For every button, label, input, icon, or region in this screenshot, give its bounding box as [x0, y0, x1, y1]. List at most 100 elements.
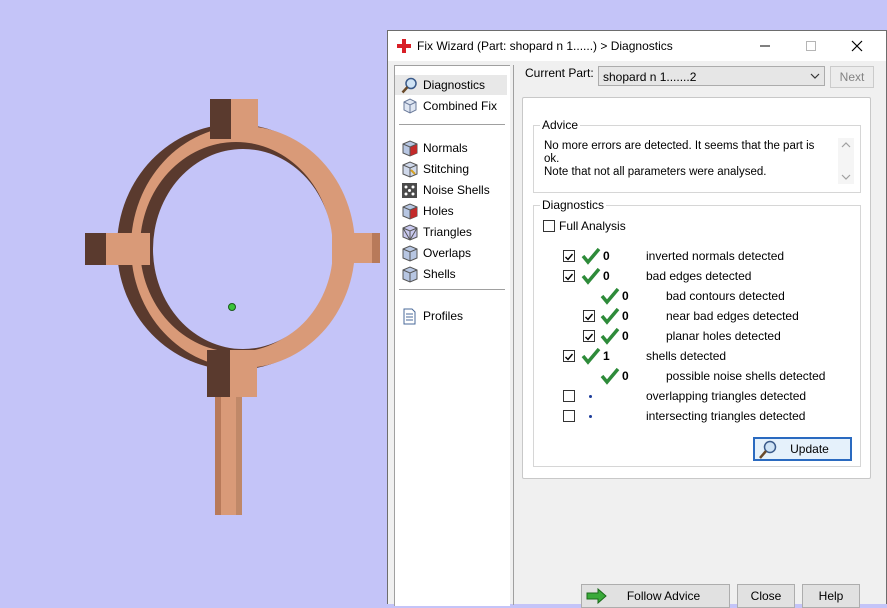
checkmark-icon: [565, 353, 574, 361]
nav-item-label: Holes: [423, 204, 454, 218]
chevron-down-icon: [810, 73, 820, 79]
green-check-icon: [581, 267, 601, 285]
checkmark-icon: [585, 333, 594, 341]
3d-viewport[interactable]: [0, 0, 390, 604]
green-check-icon: [600, 367, 620, 385]
green-check-icon: [581, 347, 601, 365]
minimize-icon: [760, 45, 770, 47]
close-icon: [851, 40, 863, 52]
maximize-button[interactable]: [788, 31, 834, 61]
intersecting-triangles-checkbox[interactable]: [563, 410, 575, 422]
pending-dot-icon: [589, 395, 592, 398]
shells-count: 1: [603, 349, 610, 363]
nav-item-noise-shells[interactable]: Noise Shells: [395, 180, 507, 200]
nav-item-label: Stitching: [423, 162, 470, 176]
pivot-marker-icon: [228, 303, 236, 311]
inverted-normals-label: inverted normals detected: [646, 249, 785, 263]
current-part-label: Current Part:: [525, 66, 594, 80]
nav-item-label: Diagnostics: [423, 78, 486, 92]
diagnostics-group: Diagnostics Full Analysis 0 inverted nor…: [533, 198, 861, 467]
combined-fix-icon: [403, 97, 417, 114]
nav-item-normals[interactable]: Normals: [395, 138, 507, 158]
noise-shells-icon: [402, 182, 417, 198]
near-bad-edges-label: near bad edges detected: [666, 309, 799, 323]
update-label: Update: [790, 442, 829, 456]
near-bad-edges-checkbox[interactable]: [583, 310, 595, 322]
arrow-right-icon: [586, 588, 607, 604]
green-check-icon: [600, 287, 620, 305]
stitching-cube-icon: [402, 160, 418, 178]
nav-item-diagnostics[interactable]: Diagnostics: [395, 75, 507, 95]
green-check-icon: [600, 327, 620, 345]
profiles-document-icon: [403, 308, 416, 324]
nav-item-label: Normals: [423, 141, 468, 155]
pending-dot-icon: [589, 415, 592, 418]
splitter[interactable]: [513, 65, 514, 605]
nav-item-label: Noise Shells: [423, 183, 490, 197]
nav-item-profiles[interactable]: Profiles: [395, 306, 507, 326]
current-part-value: shopard n 1.......2: [603, 70, 697, 84]
current-part-select[interactable]: shopard n 1.......2: [598, 66, 825, 86]
diagnostics-panel: Advice No more errors are detected. It s…: [522, 97, 871, 479]
triangles-cube-icon: [402, 223, 418, 241]
next-button[interactable]: Next: [830, 66, 874, 88]
advice-group: Advice No more errors are detected. It s…: [533, 118, 861, 193]
planar-holes-checkbox[interactable]: [583, 330, 595, 342]
maximize-icon: [806, 41, 816, 51]
magnifier-icon: [759, 440, 777, 459]
diagnostics-title: Diagnostics: [540, 198, 607, 212]
nav-item-label: Combined Fix: [423, 99, 498, 113]
window-title: Fix Wizard (Part: shopard n 1......) > D…: [417, 39, 673, 53]
nav-divider: [399, 289, 505, 290]
bad-edges-count: 0: [603, 269, 610, 283]
help-button[interactable]: Help: [802, 584, 860, 608]
inverted-normals-count: 0: [603, 249, 610, 263]
nav-item-label: Triangles: [423, 225, 472, 239]
minimize-button[interactable]: [742, 31, 788, 61]
shells-checkbox[interactable]: [563, 350, 575, 362]
follow-advice-label: Follow Advice: [626, 589, 701, 603]
checkmark-icon: [565, 253, 574, 261]
noise-shells-count: 0: [622, 369, 629, 383]
intersecting-triangles-label: intersecting triangles detected: [646, 409, 806, 423]
title-bar[interactable]: Fix Wizard (Part: shopard n 1......) > D…: [388, 31, 886, 61]
advice-line: No more errors are detected. It seems th…: [544, 140, 815, 165]
wizard-nav: Diagnostics Combined Fix Normals Stitchi…: [394, 65, 510, 606]
shells-label: shells detected: [646, 349, 727, 363]
green-check-icon: [600, 307, 620, 325]
nav-item-overlaps[interactable]: Overlaps: [395, 243, 507, 263]
part-model[interactable]: [0, 0, 390, 604]
bad-edges-checkbox[interactable]: [563, 270, 575, 282]
planar-holes-count: 0: [622, 329, 629, 343]
normals-cube-icon: [402, 139, 418, 157]
nav-item-holes[interactable]: Holes: [395, 201, 507, 221]
near-bad-edges-count: 0: [622, 309, 629, 323]
full-analysis-label: Full Analysis: [559, 219, 626, 233]
nav-item-label: Profiles: [423, 309, 464, 323]
nav-item-label: Shells: [423, 267, 456, 281]
update-button[interactable]: Update: [753, 437, 852, 461]
shells-cube-icon: [402, 265, 418, 283]
full-analysis-checkbox[interactable]: [543, 220, 555, 232]
inverted-normals-checkbox[interactable]: [563, 250, 575, 262]
advice-scrollbar[interactable]: [838, 138, 854, 184]
nav-item-label: Overlaps: [423, 246, 472, 260]
close-button[interactable]: Close: [737, 584, 795, 608]
nav-item-combined-fix[interactable]: Combined Fix: [395, 96, 507, 116]
planar-holes-label: planar holes detected: [666, 329, 781, 343]
checkmark-icon: [565, 273, 574, 281]
nav-item-stitching[interactable]: Stitching: [395, 159, 507, 179]
close-window-button[interactable]: [834, 31, 880, 61]
follow-advice-button[interactable]: Follow Advice: [581, 584, 730, 608]
overlaps-cube-icon: [402, 244, 418, 262]
overlapping-triangles-checkbox[interactable]: [563, 390, 575, 402]
fix-wizard-dialog: Fix Wizard (Part: shopard n 1......) > D…: [387, 30, 887, 608]
overlapping-triangles-label: overlapping triangles detected: [646, 389, 807, 403]
holes-cube-icon: [402, 202, 418, 220]
advice-text: No more errors are detected. It seems th…: [544, 140, 829, 179]
red-cross-icon: [397, 39, 411, 53]
green-check-icon: [581, 247, 601, 265]
nav-item-shells[interactable]: Shells: [395, 264, 507, 284]
advice-line: Note that not all parameters were analys…: [544, 166, 767, 178]
nav-item-triangles[interactable]: Triangles: [395, 222, 507, 242]
